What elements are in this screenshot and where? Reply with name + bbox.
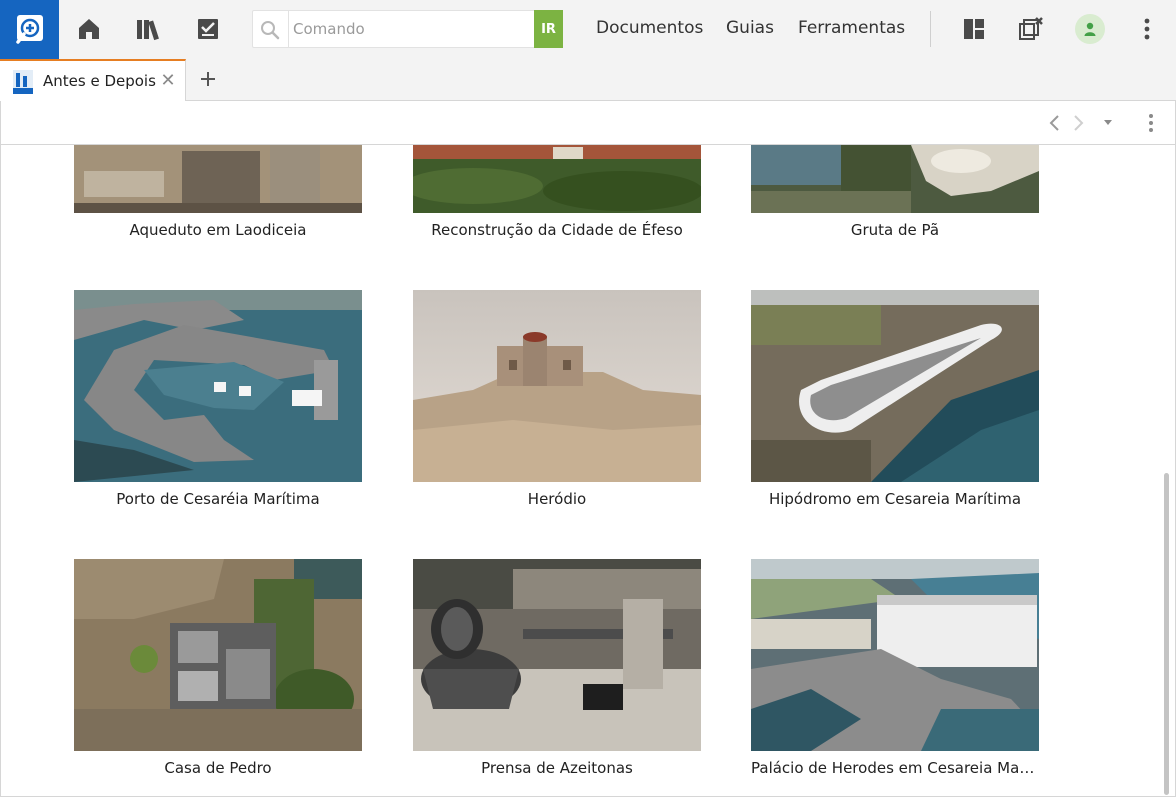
thumbnail bbox=[74, 290, 362, 482]
resource-icon bbox=[13, 70, 33, 94]
top-bar: IR Documentos Guias Ferramentas bbox=[0, 0, 1176, 59]
tab-label: Antes e Depois bbox=[43, 72, 156, 90]
gallery-caption: Hipódromo em Cesareia Marítima bbox=[768, 490, 1022, 508]
thumbnail bbox=[413, 559, 701, 751]
gallery-caption: Porto de Cesaréia Marítima bbox=[116, 490, 320, 508]
go-button[interactable]: IR bbox=[534, 10, 563, 48]
panel-menu-icon[interactable] bbox=[1141, 113, 1161, 133]
more-vertical-icon[interactable] bbox=[1132, 14, 1162, 44]
gallery-caption: Heródio bbox=[527, 490, 587, 508]
thumbnail bbox=[751, 145, 1039, 213]
gallery-item-palacio-herodes[interactable]: Palácio de Herodes em Cesareia Marítima bbox=[751, 559, 1039, 779]
thumbnail bbox=[74, 559, 362, 751]
user-icon[interactable] bbox=[1075, 14, 1105, 44]
gallery-item-efeso[interactable]: Reconstrução da Cidade de Éfeso bbox=[413, 145, 701, 241]
gallery-item-gruta[interactable]: Gruta de Pã bbox=[751, 145, 1039, 241]
close-panels-icon[interactable] bbox=[1016, 14, 1046, 44]
thumbnail bbox=[413, 290, 701, 482]
add-tab-icon[interactable] bbox=[196, 67, 220, 91]
gallery-caption: Casa de Pedro bbox=[164, 759, 272, 777]
menu-documents[interactable]: Documentos bbox=[596, 18, 703, 38]
thumbnail bbox=[751, 559, 1039, 751]
menu-guides[interactable]: Guias bbox=[726, 18, 774, 38]
search-icon bbox=[261, 21, 280, 40]
checklist-icon[interactable] bbox=[193, 14, 223, 44]
tab-antes-e-depois[interactable]: Antes e Depois ✕ bbox=[0, 59, 186, 102]
menu-tools[interactable]: Ferramentas bbox=[798, 18, 905, 38]
tab-bar: Antes e Depois ✕ bbox=[0, 59, 1176, 102]
gallery-caption: Reconstrução da Cidade de Éfeso bbox=[431, 221, 683, 239]
gallery-caption: Prensa de Azeitonas bbox=[481, 759, 633, 777]
thumbnail bbox=[413, 145, 701, 213]
thumbnail bbox=[74, 145, 362, 213]
library-icon[interactable] bbox=[134, 14, 164, 44]
command-input[interactable] bbox=[293, 12, 533, 46]
command-search-box: IR bbox=[252, 10, 563, 48]
gallery-caption: Aqueduto em Laodiceia bbox=[129, 221, 307, 239]
gallery-item-hipodromo[interactable]: Hipódromo em Cesareia Marítima bbox=[751, 290, 1039, 510]
toolbar-divider bbox=[930, 11, 931, 47]
back-icon[interactable] bbox=[1044, 113, 1064, 133]
gallery-caption: Gruta de Pã bbox=[850, 221, 940, 239]
panel-toolbar bbox=[1, 101, 1175, 145]
home-icon[interactable] bbox=[74, 14, 104, 44]
gallery-caption: Palácio de Herodes em Cesareia Marítima bbox=[751, 759, 1039, 777]
layout-icon[interactable] bbox=[959, 14, 989, 44]
gallery-item-prensa[interactable]: Prensa de Azeitonas bbox=[413, 559, 701, 779]
gallery-content: Aqueduto em Laodiceia Reconstrução da Ci… bbox=[1, 145, 1175, 795]
logos-logo-icon[interactable] bbox=[0, 0, 59, 59]
document-panel: Aqueduto em Laodiceia Reconstrução da Ci… bbox=[0, 101, 1176, 797]
gallery-item-herodio[interactable]: Heródio bbox=[413, 290, 701, 510]
close-tab-icon[interactable]: ✕ bbox=[159, 70, 177, 92]
gallery-item-aqueduto[interactable]: Aqueduto em Laodiceia bbox=[74, 145, 362, 241]
vertical-scrollbar[interactable] bbox=[1164, 473, 1169, 795]
forward-icon[interactable] bbox=[1069, 113, 1089, 133]
gallery-item-casa-pedro[interactable]: Casa de Pedro bbox=[74, 559, 362, 779]
thumbnail bbox=[751, 290, 1039, 482]
gallery-item-porto-cesareia[interactable]: Porto de Cesaréia Marítima bbox=[74, 290, 362, 510]
history-dropdown-icon[interactable] bbox=[1098, 113, 1118, 133]
search-divider bbox=[288, 11, 289, 47]
